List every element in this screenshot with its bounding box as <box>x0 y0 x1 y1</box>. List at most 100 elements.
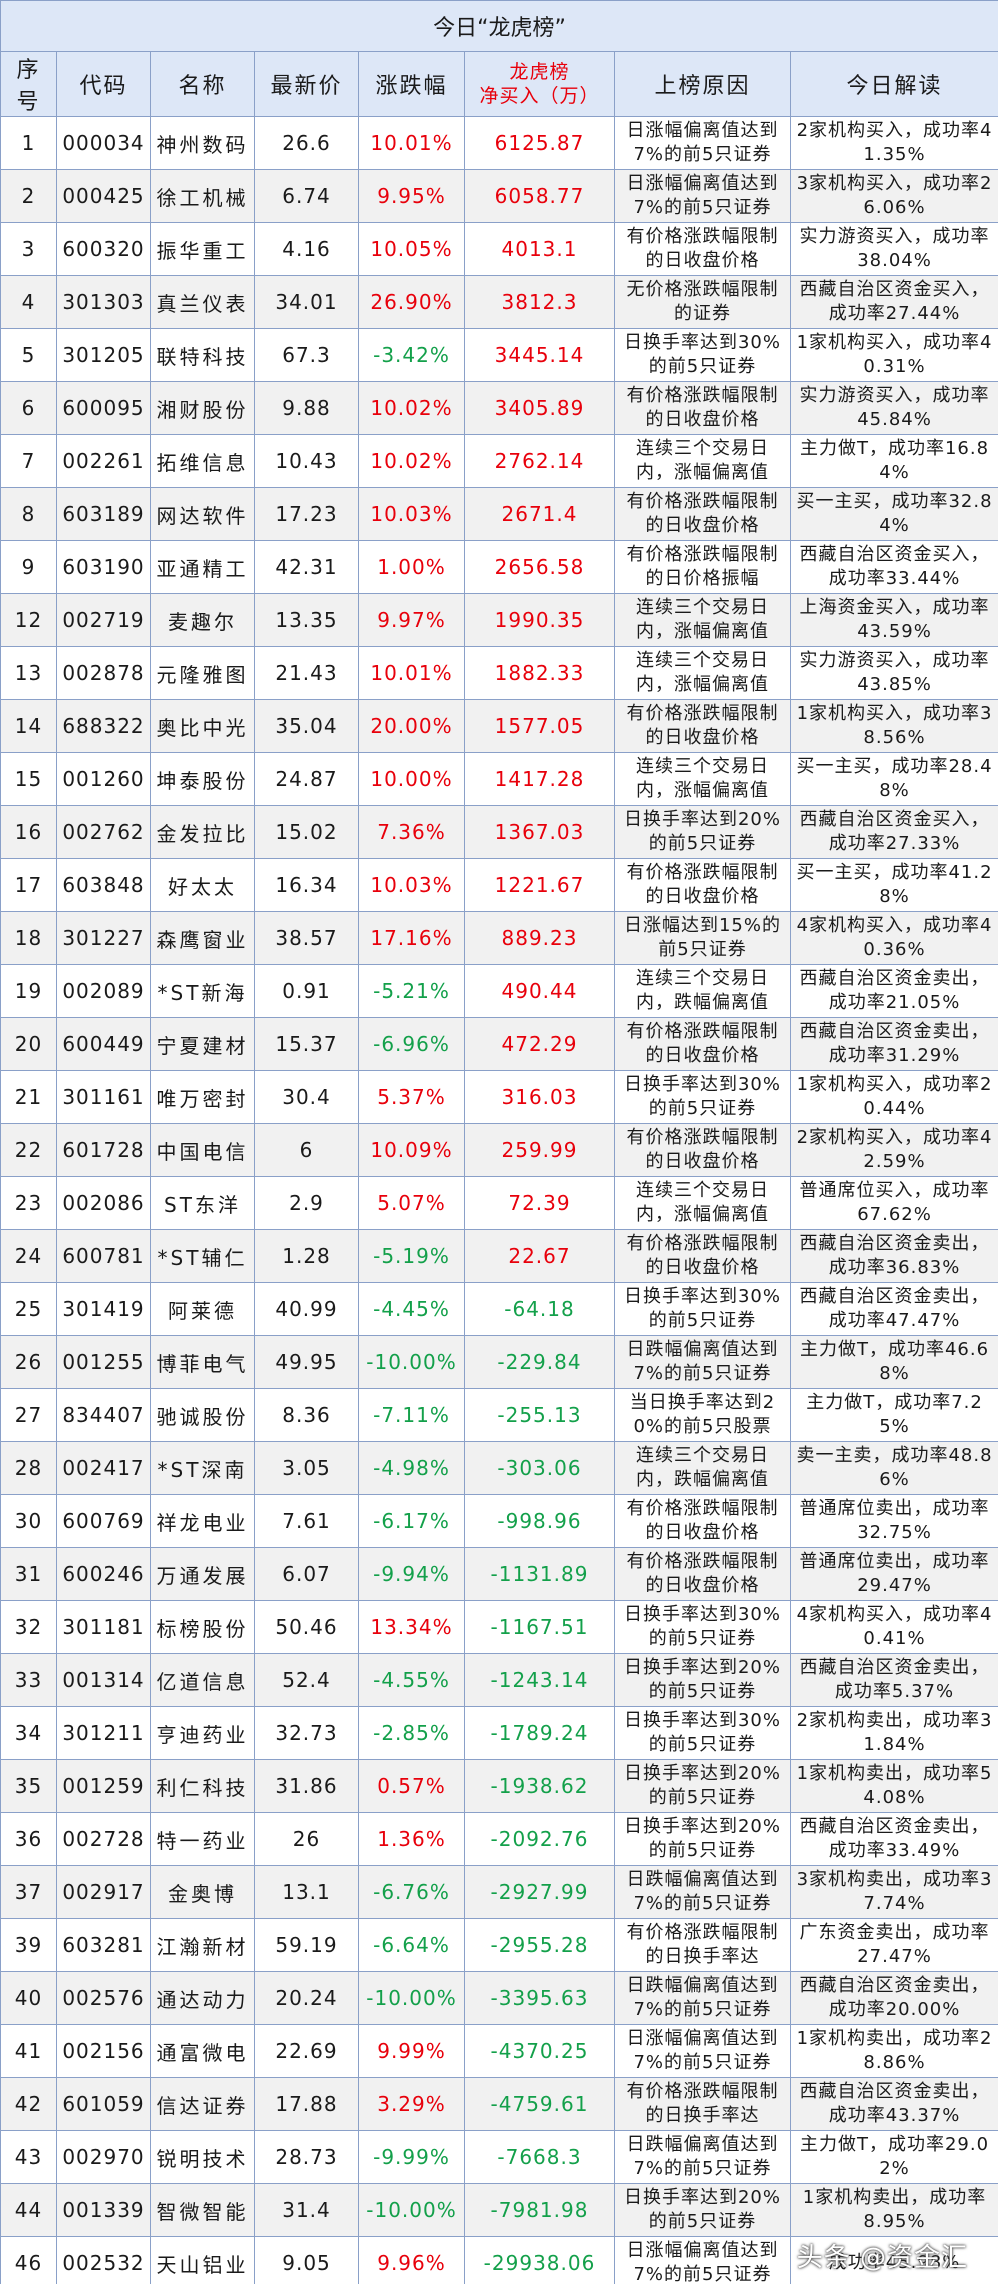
table-row: 15 001260 坤泰股份 24.87 10.00% 1417.28 连续三个交易日内，涨… <box>0 752 998 806</box>
cell-net-buy: 1882.33 <box>464 646 615 700</box>
cell-index: 16 <box>0 805 57 859</box>
cell-change: 7.36% <box>358 805 465 859</box>
cell-index: 46 <box>0 2236 57 2284</box>
cell-reason: 有价格涨跌幅限制的日收盘价格 <box>614 381 791 435</box>
cell-price: 16.34 <box>254 858 359 912</box>
cell-name: 徐工机械 <box>150 169 255 223</box>
table-body: 1 000034 神州数码 26.6 10.01% 6125.87 日涨幅偏离值达到7%的前… <box>0 116 998 2284</box>
cell-price: 13.1 <box>254 1865 359 1919</box>
cell-change: -5.19% <box>358 1229 465 1283</box>
table-row: 28 002417 *ST深南 3.05 -4.98% -303.06 连续三个交易日内，跌… <box>0 1441 998 1495</box>
cell-net-buy: 72.39 <box>464 1176 615 1230</box>
table-row: 42 601059 信达证券 17.88 3.29% -4759.61 有价格涨跌幅限制的日… <box>0 2077 998 2131</box>
cell-reason: 日换手率达到20%的前5只证券 <box>614 2183 791 2237</box>
cell-price: 4.16 <box>254 222 359 276</box>
cell-name: 特一药业 <box>150 1812 255 1866</box>
cell-reason: 日涨幅达到15%的前5只证券 <box>614 911 791 965</box>
cell-net-buy: 3812.3 <box>464 275 615 329</box>
cell-change: 10.02% <box>358 381 465 435</box>
cell-change: -9.99% <box>358 2130 465 2184</box>
cell-name: 驰诚股份 <box>150 1388 255 1442</box>
cell-reason: 日涨幅偏离值达到7%的前5只证券 <box>614 116 791 170</box>
table-row: 37 002917 金奥博 13.1 -6.76% -2927.99 日跌幅偏离值达到7%的… <box>0 1865 998 1919</box>
cell-net-buy: 1990.35 <box>464 593 615 647</box>
cell-index: 3 <box>0 222 57 276</box>
cell-note: 西藏自治区资金卖出，成功率36.83% <box>789 1229 998 1283</box>
cell-index: 22 <box>0 1123 57 1177</box>
cell-name: 利仁科技 <box>150 1759 255 1813</box>
cell-name: 万通发展 <box>150 1547 255 1601</box>
cell-index: 21 <box>0 1070 57 1124</box>
table-row: 18 301227 森鹰窗业 38.57 17.16% 889.23 日涨幅达到15%的前5… <box>0 911 998 965</box>
cell-note: 普通席位卖出，成功率29.47% <box>789 1547 998 1601</box>
cell-change: 10.01% <box>358 116 465 170</box>
cell-name: *ST辅仁 <box>150 1229 255 1283</box>
header-price: 最新价 <box>254 51 359 117</box>
cell-net-buy: 1417.28 <box>464 752 615 806</box>
cell-reason: 日换手率达到30%的前5只证券 <box>614 1706 791 1760</box>
cell-note: 广东资金卖出，成功率27.47% <box>789 1918 998 1972</box>
cell-note: 1家机构买入，成功率38.56% <box>789 699 998 753</box>
cell-change: 17.16% <box>358 911 465 965</box>
cell-price: 10.43 <box>254 434 359 488</box>
cell-reason: 日跌幅偏离值达到7%的前5只证券 <box>614 1865 791 1919</box>
cell-change: -4.98% <box>358 1441 465 1495</box>
table-row: 6 600095 湘财股份 9.88 10.02% 3405.89 有价格涨跌幅限制的日收盘… <box>0 381 998 435</box>
cell-note: 3家机构买入，成功率26.06% <box>789 169 998 223</box>
cell-code: 834407 <box>56 1388 151 1442</box>
cell-price: 0.91 <box>254 964 359 1018</box>
table-row: 16 002762 金发拉比 15.02 7.36% 1367.03 日换手率达到20%的前… <box>0 805 998 859</box>
cell-change: -5.21% <box>358 964 465 1018</box>
cell-name: 神州数码 <box>150 116 255 170</box>
cell-change: -10.00% <box>358 1335 465 1389</box>
cell-name: 网达软件 <box>150 487 255 541</box>
cell-note: 主力做T，成功率16.84% <box>789 434 998 488</box>
cell-reason: 有价格涨跌幅限制的日收盘价格 <box>614 487 791 541</box>
cell-change: 10.00% <box>358 752 465 806</box>
cell-net-buy: 2656.58 <box>464 540 615 594</box>
cell-index: 15 <box>0 752 57 806</box>
cell-change: -6.17% <box>358 1494 465 1548</box>
cell-reason: 连续三个交易日内，涨幅偏离值 <box>614 1176 791 1230</box>
cell-index: 32 <box>0 1600 57 1654</box>
cell-reason: 当日换手率达到20%的前5只股票 <box>614 1388 791 1442</box>
cell-index: 44 <box>0 2183 57 2237</box>
table-row: 12 002719 麦趣尔 13.35 9.97% 1990.35 连续三个交易日内，涨幅偏… <box>0 593 998 647</box>
cell-price: 15.02 <box>254 805 359 859</box>
cell-note: 实力游资买入，成功率45.84% <box>789 381 998 435</box>
cell-name: 唯万密封 <box>150 1070 255 1124</box>
cell-reason: 有价格涨跌幅限制的日换手率达 <box>614 1918 791 1972</box>
cell-name: 祥龙电业 <box>150 1494 255 1548</box>
cell-price: 67.3 <box>254 328 359 382</box>
cell-note: 主力做T，成功率46.68% <box>789 1335 998 1389</box>
cell-reason: 日跌幅偏离值达到7%的前5只证券 <box>614 2130 791 2184</box>
cell-change: -4.45% <box>358 1282 465 1336</box>
cell-net-buy: 3405.89 <box>464 381 615 435</box>
cell-index: 40 <box>0 1971 57 2025</box>
cell-reason: 有价格涨跌幅限制的日收盘价格 <box>614 222 791 276</box>
cell-price: 26 <box>254 1812 359 1866</box>
table-row: 25 301419 阿莱德 40.99 -4.45% -64.18 日换手率达到30%的前5… <box>0 1282 998 1336</box>
cell-reason: 有价格涨跌幅限制的日换手率达 <box>614 2077 791 2131</box>
cell-change: -6.76% <box>358 1865 465 1919</box>
cell-note: 2家机构卖出，成功率31.84% <box>789 1706 998 1760</box>
cell-price: 52.4 <box>254 1653 359 1707</box>
cell-change: -6.64% <box>358 1918 465 1972</box>
cell-price: 9.88 <box>254 381 359 435</box>
cell-change: -6.96% <box>358 1017 465 1071</box>
cell-change: 9.95% <box>358 169 465 223</box>
table-row: 5 301205 联特科技 67.3 -3.42% 3445.14 日换手率达到30%的前5… <box>0 328 998 382</box>
cell-change: 9.97% <box>358 593 465 647</box>
cell-name: 奥比中光 <box>150 699 255 753</box>
cell-reason: 连续三个交易日内，涨幅偏离值 <box>614 593 791 647</box>
cell-change: -9.94% <box>358 1547 465 1601</box>
cell-change: -7.11% <box>358 1388 465 1442</box>
table-row: 22 601728 中国电信 6 10.09% 259.99 有价格涨跌幅限制的日收盘价格 2… <box>0 1123 998 1177</box>
cell-net-buy: -255.13 <box>464 1388 615 1442</box>
cell-index: 31 <box>0 1547 57 1601</box>
cell-name: 森鹰窗业 <box>150 911 255 965</box>
cell-code: 001339 <box>56 2183 151 2237</box>
cell-name: 阿莱德 <box>150 1282 255 1336</box>
cell-code: 600246 <box>56 1547 151 1601</box>
cell-note: 买一主买，成功率32.84% <box>789 487 998 541</box>
